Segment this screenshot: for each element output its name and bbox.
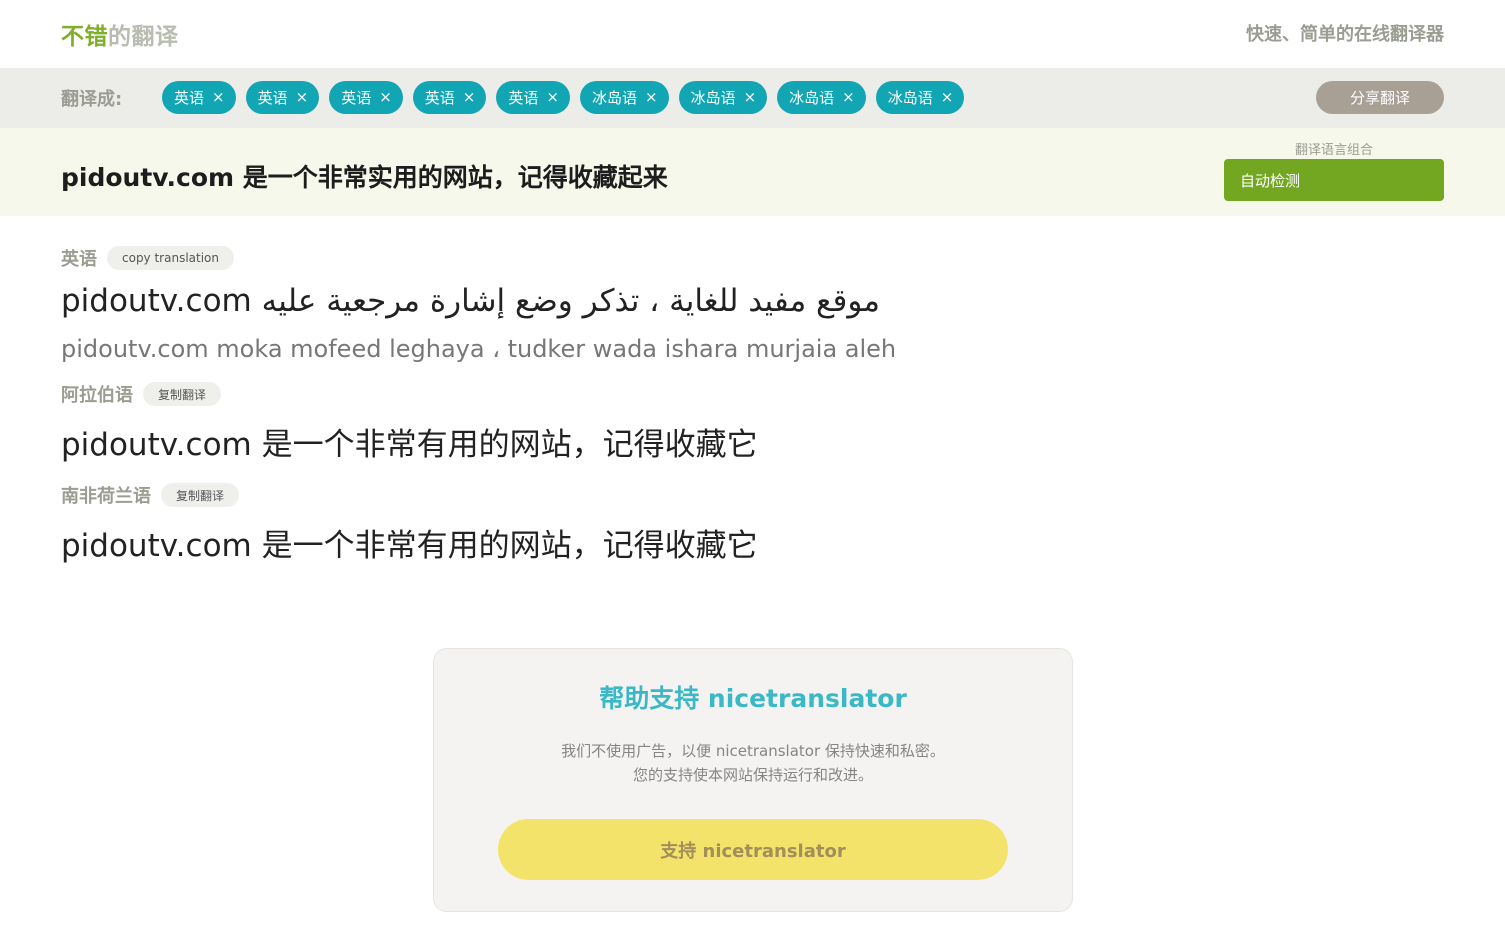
site-tagline: 快速、简单的在线翻译器 (1246, 24, 1444, 45)
source-text[interactable]: pidoutv.com 是一个非常实用的网站，记得收藏起来 (61, 158, 668, 194)
site-logo[interactable]: 不错的翻译 (61, 17, 179, 51)
header: 不错的翻译 快速、简单的在线翻译器 (0, 0, 1505, 68)
copy-translation-button[interactable]: copy translation (107, 246, 234, 270)
logo-part-1: 不错 (61, 24, 108, 50)
result-language: 英语 (61, 249, 97, 270)
support-card: 帮助支持 nicetranslator 我们不使用广告，以便 nicetrans… (433, 648, 1073, 912)
translation-results: 英语 copy translation pidoutv.com موقع مفي… (61, 245, 1441, 583)
support-description: 我们不使用广告，以便 nicetranslator 保持快速和私密。 您的支持使… (434, 739, 1072, 787)
language-tag[interactable]: 冰岛语 × (678, 81, 768, 114)
auto-detect-button[interactable]: 自动检测 (1224, 159, 1444, 201)
result-block: 南非荷兰语 复制翻译 pidoutv.com 是一个非常有用的网站，记得收藏它 (61, 482, 1441, 565)
language-tag[interactable]: 英语 × (412, 81, 487, 114)
result-block: 阿拉伯语 复制翻译 pidoutv.com 是一个非常有用的网站，记得收藏它 (61, 381, 1441, 464)
close-icon[interactable]: × (296, 90, 309, 105)
language-tag-label: 英语 (174, 89, 205, 107)
result-header: 阿拉伯语 复制翻译 (61, 381, 1441, 407)
result-domain: pidoutv.com (61, 283, 252, 319)
language-tag-label: 英语 (424, 89, 455, 107)
result-arabic-text: موقع مفيد للغاية ، تذكر وضع إشارة مرجعية… (261, 283, 880, 319)
close-icon[interactable]: × (546, 90, 559, 105)
result-language: 南非荷兰语 (61, 486, 151, 507)
language-tags: 英语 × 英语 × 英语 × 英语 × 英语 × 冰岛语 × 冰岛语 × 冰岛语 × 冰岛语 × (162, 81, 965, 114)
language-tag[interactable]: 英语 × (162, 81, 236, 114)
language-tag-label: 冰岛语 (591, 89, 637, 107)
language-tag[interactable]: 冰岛语 × (579, 81, 669, 114)
close-icon[interactable]: × (645, 90, 658, 105)
copy-translation-button[interactable]: 复制翻译 (161, 483, 240, 507)
language-tag-label: 英语 (508, 89, 539, 107)
share-translation-button[interactable]: 分享翻译 (1316, 81, 1444, 114)
language-tag[interactable]: 冰岛语 × (777, 81, 866, 114)
language-tag-label: 冰岛语 (789, 89, 835, 107)
close-icon[interactable]: × (941, 90, 954, 105)
logo-part-2: 的翻译 (108, 24, 179, 50)
result-transliteration: pidoutv.com moka mofeed leghaya ، tudker… (61, 335, 897, 363)
result-header: 南非荷兰语 复制翻译 (61, 482, 1441, 508)
result-language: 阿拉伯语 (61, 385, 133, 406)
language-tag[interactable]: 英语 × (329, 81, 403, 114)
result-header: 英语 copy translation (61, 245, 1441, 271)
source-panel: pidoutv.com 是一个非常实用的网站，记得收藏起来 翻译语言组合 自动检… (0, 128, 1505, 216)
close-icon[interactable]: × (212, 90, 225, 105)
close-icon[interactable]: × (842, 90, 855, 105)
language-combo-label: 翻译语言组合 (1294, 143, 1373, 158)
language-tag[interactable]: 英语 × (496, 81, 570, 114)
language-tag-label: 冰岛语 (690, 89, 736, 107)
language-tag[interactable]: 英语 × (245, 81, 320, 114)
language-tag-label: 英语 (257, 89, 288, 107)
result-block: 英语 copy translation pidoutv.com موقع مفي… (61, 245, 1441, 363)
translate-to-label: 翻译成: (61, 89, 123, 110)
copy-translation-button[interactable]: 复制翻译 (143, 382, 222, 406)
support-line-2: 您的支持使本网站保持运行和改进。 (632, 766, 873, 784)
result-text: pidoutv.com 是一个非常有用的网站，记得收藏它 (61, 427, 758, 463)
target-language-bar: 翻译成: 英语 × 英语 × 英语 × 英语 × 英语 × 冰岛语 × 冰岛语 × 冰岛语 × … (0, 68, 1505, 128)
language-tag-label: 冰岛语 (887, 89, 933, 107)
language-tag-label: 英语 (341, 89, 372, 107)
language-tag[interactable]: 冰岛语 × (875, 81, 965, 114)
close-icon[interactable]: × (379, 90, 392, 105)
close-icon[interactable]: × (744, 90, 757, 105)
close-icon[interactable]: × (463, 90, 476, 105)
result-text: pidoutv.com 是一个非常有用的网站，记得收藏它 (61, 528, 758, 564)
support-line-1: 我们不使用广告，以便 nicetranslator 保持快速和私密。 (561, 742, 945, 760)
support-button[interactable]: 支持 nicetranslator (498, 819, 1008, 880)
result-text: pidoutv.com موقع مفيد للغاية ، تذكر وضع … (61, 283, 1441, 319)
support-title: 帮助支持 nicetranslator (599, 684, 907, 713)
